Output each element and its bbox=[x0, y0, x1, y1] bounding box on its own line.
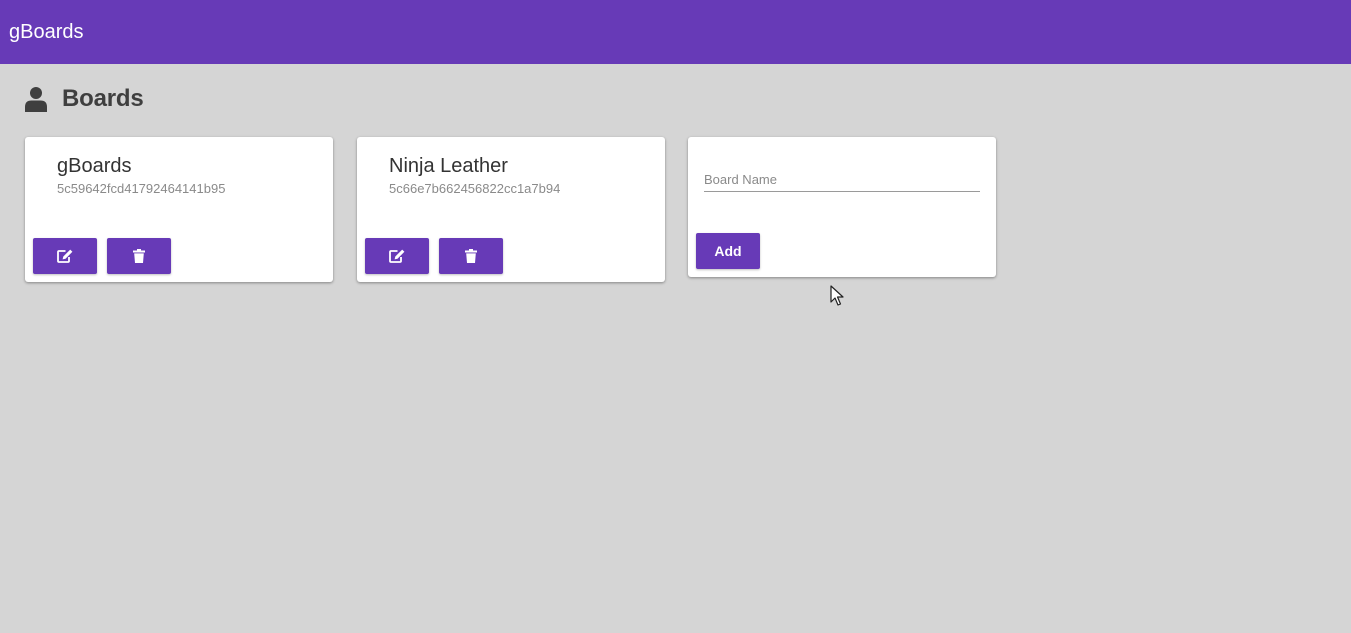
trash-icon bbox=[465, 249, 477, 263]
board-card: Ninja Leather 5c66e7b662456822cc1a7b94 bbox=[357, 137, 665, 282]
page-title: Boards bbox=[62, 85, 144, 112]
board-id: 5c66e7b662456822cc1a7b94 bbox=[389, 181, 561, 196]
board-card: gBoards 5c59642fcd41792464141b95 bbox=[25, 137, 333, 282]
board-id: 5c59642fcd41792464141b95 bbox=[57, 181, 226, 196]
board-name: gBoards bbox=[57, 155, 132, 177]
edit-board-button[interactable] bbox=[365, 238, 429, 274]
delete-board-button[interactable] bbox=[439, 238, 503, 274]
board-name: Ninja Leather bbox=[389, 155, 508, 177]
edit-board-button[interactable] bbox=[33, 238, 97, 274]
delete-board-button[interactable] bbox=[107, 238, 171, 274]
board-name-field-wrapper bbox=[704, 169, 980, 192]
user-icon bbox=[24, 86, 48, 112]
mouse-cursor-icon bbox=[830, 285, 844, 306]
edit-icon bbox=[57, 249, 73, 263]
app-bar: gBoards bbox=[0, 0, 1351, 64]
add-board-button[interactable]: Add bbox=[696, 233, 760, 269]
add-board-card: Add bbox=[688, 137, 996, 277]
edit-icon bbox=[389, 249, 405, 263]
board-name-input[interactable] bbox=[704, 169, 980, 189]
app-title[interactable]: gBoards bbox=[9, 20, 84, 44]
trash-icon bbox=[133, 249, 145, 263]
